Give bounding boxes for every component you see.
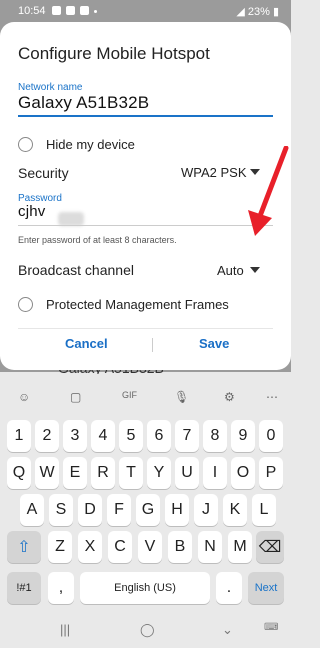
- status-bar: 10:54 ◢ 23% ▮: [0, 0, 291, 22]
- key[interactable]: 9: [231, 420, 255, 452]
- gif-icon[interactable]: GIF: [122, 390, 137, 400]
- key[interactable]: Z: [48, 531, 72, 563]
- gallery-icon: [52, 6, 61, 15]
- key[interactable]: E: [63, 457, 87, 489]
- key[interactable]: H: [165, 494, 189, 526]
- key[interactable]: V: [138, 531, 162, 563]
- password-hint: Enter password of at least 8 characters.: [18, 235, 177, 245]
- key[interactable]: 1: [7, 420, 31, 452]
- divider: [18, 328, 273, 329]
- gallery-icon-2: [80, 6, 89, 15]
- key[interactable]: P: [259, 457, 283, 489]
- network-name-underline: [18, 115, 273, 117]
- mic-icon[interactable]: 🎙: [174, 390, 189, 404]
- key[interactable]: 8: [203, 420, 227, 452]
- navigation-bar: ||| ◯ ⌄ ⌨: [0, 612, 291, 648]
- back-chevron-down-icon[interactable]: ⌄: [222, 622, 233, 638]
- key[interactable]: J: [194, 494, 218, 526]
- network-name-label: Network name: [18, 82, 83, 93]
- key[interactable]: Y: [147, 457, 171, 489]
- gear-icon[interactable]: ⚙: [224, 390, 235, 404]
- key[interactable]: R: [91, 457, 115, 489]
- key[interactable]: O: [231, 457, 255, 489]
- key[interactable]: 4: [91, 420, 115, 452]
- status-right: ◢ 23% ▮: [236, 6, 279, 18]
- key[interactable]: T: [119, 457, 143, 489]
- key[interactable]: U: [175, 457, 199, 489]
- red-arrow-annotation: [248, 146, 289, 236]
- save-button[interactable]: Save: [199, 336, 229, 351]
- password-underline: [18, 225, 273, 226]
- keyboard-toolbar: ☺ ▢ GIF 🎙 ⚙ ⋯: [0, 382, 291, 408]
- emoji-icon[interactable]: ☺: [18, 390, 30, 404]
- shift-icon: ⇧: [17, 539, 31, 556]
- key[interactable]: D: [78, 494, 102, 526]
- backspace-key[interactable]: ⌫: [256, 531, 284, 563]
- battery-text: 23%: [247, 6, 270, 18]
- symbols-key[interactable]: !#1: [7, 572, 41, 604]
- key[interactable]: Q: [7, 457, 31, 489]
- backspace-icon: ⌫: [258, 539, 282, 556]
- key[interactable]: 7: [175, 420, 199, 452]
- space-key[interactable]: English (US): [80, 572, 210, 604]
- home-icon[interactable]: ◯: [140, 622, 155, 638]
- key[interactable]: B: [168, 531, 192, 563]
- key[interactable]: 5: [119, 420, 143, 452]
- comma-key[interactable]: ,: [48, 572, 74, 604]
- image-icon: [66, 6, 75, 15]
- status-time: 10:54: [18, 5, 46, 17]
- key[interactable]: K: [223, 494, 247, 526]
- chevron-down-icon: [250, 267, 260, 273]
- more-icon[interactable]: ⋯: [266, 390, 278, 404]
- key[interactable]: F: [107, 494, 131, 526]
- password-blur: [58, 212, 84, 226]
- key[interactable]: G: [136, 494, 160, 526]
- key[interactable]: M: [228, 531, 252, 563]
- password-input[interactable]: cjhv: [18, 203, 45, 220]
- key[interactable]: 3: [63, 420, 87, 452]
- hide-device-radio[interactable]: [18, 137, 33, 152]
- cancel-button[interactable]: Cancel: [65, 336, 108, 351]
- shift-key[interactable]: ⇧: [7, 531, 41, 563]
- security-dropdown[interactable]: WPA2 PSK: [181, 165, 247, 180]
- button-divider: [152, 338, 153, 352]
- next-key[interactable]: Next: [248, 572, 284, 604]
- key[interactable]: N: [198, 531, 222, 563]
- key[interactable]: 2: [35, 420, 59, 452]
- key[interactable]: S: [49, 494, 73, 526]
- recents-icon[interactable]: |||: [60, 622, 70, 637]
- key[interactable]: I: [203, 457, 227, 489]
- key[interactable]: 6: [147, 420, 171, 452]
- security-label: Security: [18, 165, 69, 181]
- broadcast-channel-dropdown[interactable]: Auto: [217, 263, 244, 278]
- key[interactable]: 0: [259, 420, 283, 452]
- key[interactable]: L: [252, 494, 276, 526]
- period-key[interactable]: .: [216, 572, 242, 604]
- key[interactable]: X: [78, 531, 102, 563]
- more-dot-icon: [94, 10, 97, 13]
- dialog-title: Configure Mobile Hotspot: [18, 44, 210, 63]
- key[interactable]: A: [20, 494, 44, 526]
- pmf-label: Protected Management Frames: [46, 297, 229, 312]
- key[interactable]: W: [35, 457, 59, 489]
- pmf-radio[interactable]: [18, 297, 33, 312]
- keyboard-switch-icon[interactable]: ⌨: [264, 622, 278, 633]
- sticker-icon[interactable]: ▢: [70, 390, 81, 404]
- hide-device-label: Hide my device: [46, 137, 135, 152]
- network-name-input[interactable]: Galaxy A51B32B: [18, 93, 149, 113]
- broadcast-channel-label: Broadcast channel: [18, 262, 134, 278]
- key[interactable]: C: [108, 531, 132, 563]
